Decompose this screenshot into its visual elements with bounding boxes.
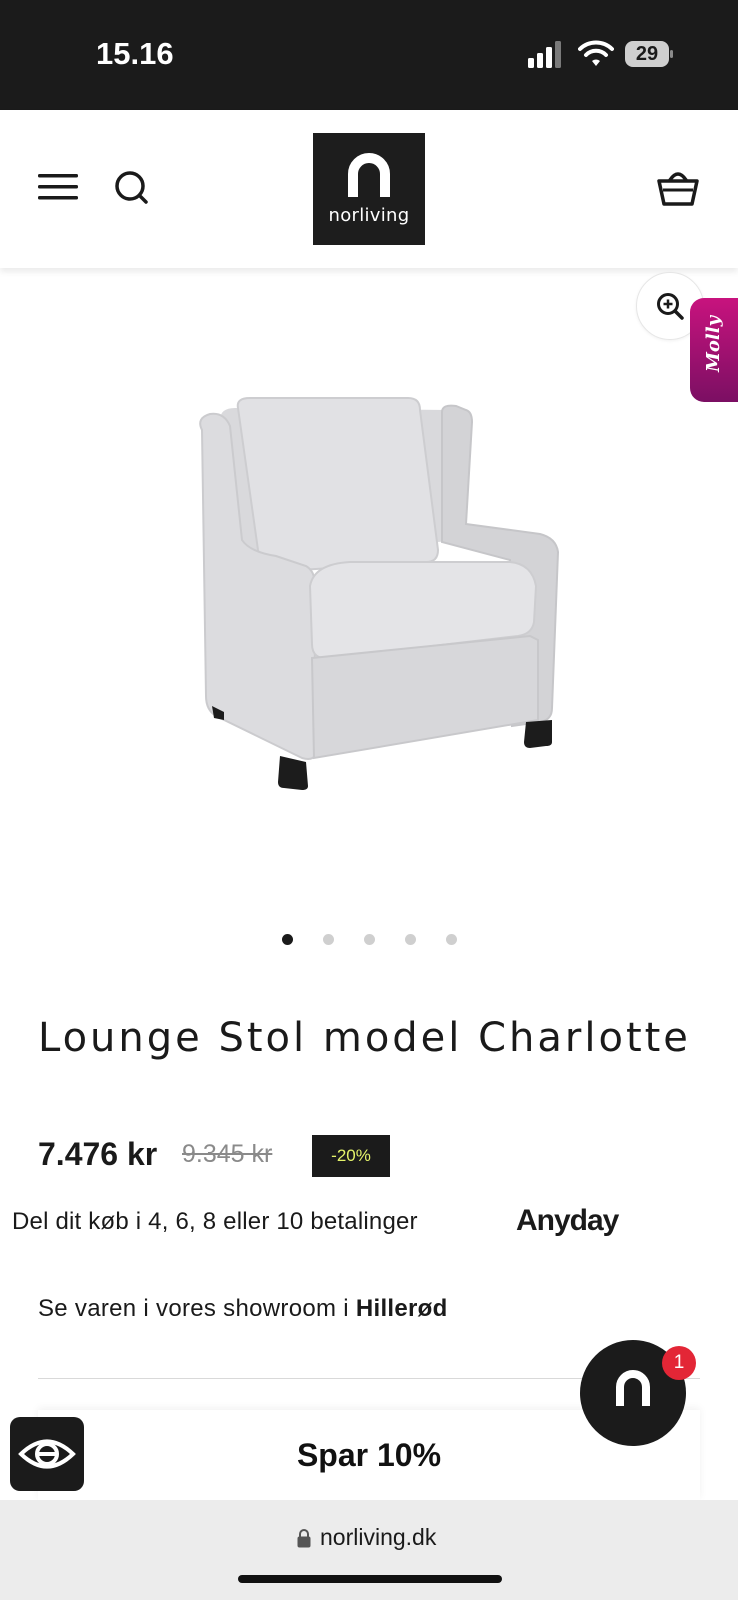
product-image[interactable]	[180, 390, 600, 820]
molly-side-tab[interactable]: Molly	[690, 298, 738, 402]
gallery-dot[interactable]	[364, 934, 375, 945]
chat-notification-badge: 1	[662, 1346, 696, 1380]
status-bar: 15.16 29	[0, 0, 738, 110]
eye-icon	[18, 1439, 76, 1469]
zoom-in-icon	[657, 293, 684, 320]
molly-label: Molly	[703, 315, 724, 372]
showroom-info[interactable]: Se varen i vores showroom i Hillerød	[38, 1295, 448, 1323]
url-text: norliving.dk	[320, 1524, 437, 1550]
current-price: 7.476 kr	[38, 1136, 158, 1172]
logo-arch-icon	[348, 153, 390, 197]
discount-badge: -20%	[312, 1135, 390, 1177]
gallery-dot[interactable]	[405, 934, 416, 945]
battery-indicator: 29	[625, 41, 673, 67]
chat-logo-icon	[616, 1370, 650, 1406]
status-time: 15.16	[96, 36, 174, 71]
gallery-dot[interactable]	[323, 934, 334, 945]
search-icon[interactable]	[112, 168, 152, 208]
home-indicator	[238, 1575, 502, 1583]
gallery-pagination	[0, 934, 738, 950]
wifi-icon	[578, 40, 614, 66]
battery-percent: 29	[635, 43, 659, 65]
cellular-signal-icon	[528, 41, 561, 68]
eye-badge[interactable]	[10, 1417, 84, 1491]
gallery-dot[interactable]	[446, 934, 457, 945]
gallery-dot[interactable]	[282, 934, 293, 945]
norliving-logo[interactable]: norliving	[313, 133, 425, 245]
showroom-prefix: Se varen i vores showroom i	[38, 1295, 356, 1322]
hamburger-menu-icon[interactable]	[36, 170, 80, 204]
basket-icon[interactable]	[656, 166, 700, 208]
anyday-logo[interactable]: Anyday	[516, 1204, 619, 1238]
installments-text: Del dit køb i 4, 6, 8 eller 10 betalinge…	[12, 1208, 418, 1235]
original-price: 9.345 kr	[182, 1140, 273, 1168]
showroom-location: Hillerød	[355, 1295, 448, 1322]
lock-icon	[297, 1529, 311, 1548]
product-title: Lounge Stol model Charlotte	[38, 1015, 691, 1061]
logo-text: norliving	[328, 205, 410, 226]
